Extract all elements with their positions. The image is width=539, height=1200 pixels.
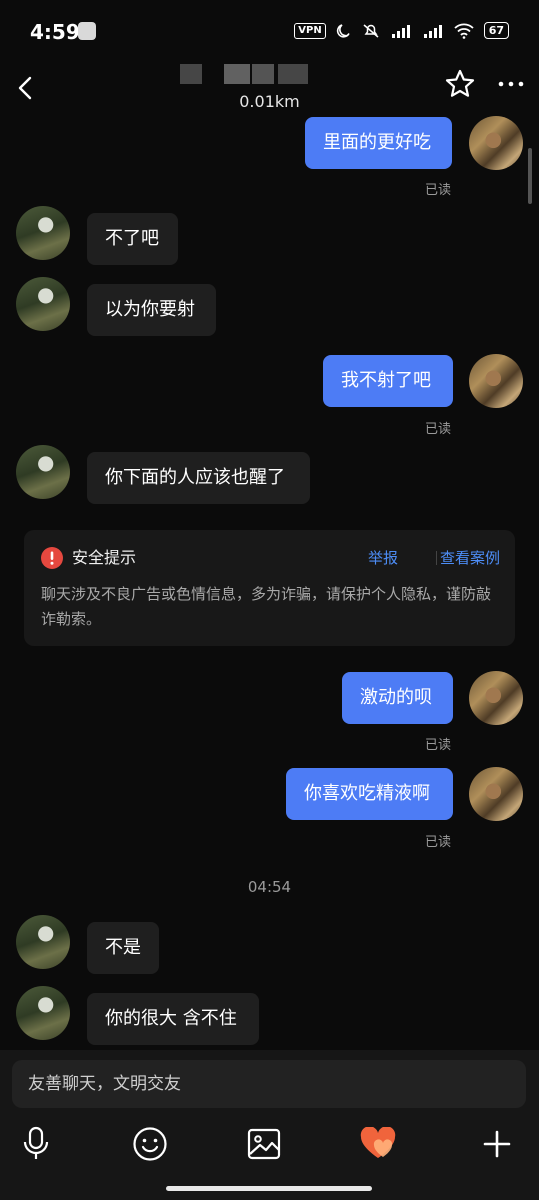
avatar-self[interactable] bbox=[469, 116, 523, 170]
home-indicator[interactable] bbox=[166, 1186, 372, 1191]
more-icon bbox=[498, 81, 524, 87]
status-bar: 4:59 VPN 67 bbox=[0, 0, 539, 64]
safety-title: 安全提示 bbox=[72, 548, 137, 567]
scrollbar[interactable] bbox=[528, 148, 532, 204]
signal-icon bbox=[390, 23, 412, 39]
chat-timestamp: 04:54 bbox=[247, 878, 292, 896]
message-bubble-incoming[interactable]: 不了吧 bbox=[87, 213, 178, 265]
message-input[interactable] bbox=[12, 1060, 526, 1108]
input-area bbox=[0, 1050, 539, 1200]
plus-icon bbox=[483, 1130, 511, 1158]
avatar-self[interactable] bbox=[469, 767, 523, 821]
read-receipt: 已读 bbox=[425, 422, 452, 437]
mute-icon bbox=[362, 23, 380, 39]
link-divider bbox=[436, 551, 437, 565]
message-input-container bbox=[12, 1060, 526, 1108]
message-bubble-incoming[interactable]: 你的很大 含不住 bbox=[87, 993, 259, 1045]
contact-name-redacted bbox=[180, 64, 310, 84]
battery-indicator: 67 bbox=[483, 22, 509, 39]
safety-notice-card: 安全提示 举报 查看案例 聊天涉及不良广告或色情信息，多为诈骗，请保护个人隐私，… bbox=[24, 530, 515, 646]
plus-button[interactable] bbox=[477, 1124, 517, 1164]
message-bubble-incoming[interactable]: 你下面的人应该也醒了 bbox=[87, 452, 310, 504]
message-bubble-outgoing[interactable]: 激动的呗 bbox=[342, 672, 453, 724]
read-receipt: 已读 bbox=[425, 835, 452, 850]
emoji-button[interactable] bbox=[130, 1124, 170, 1164]
avatar-contact[interactable] bbox=[16, 206, 70, 260]
wifi-icon bbox=[454, 23, 474, 39]
gift-heart-button[interactable] bbox=[358, 1124, 398, 1164]
message-bubble-outgoing[interactable]: 你喜欢吃精液啊 bbox=[286, 768, 453, 820]
image-button[interactable] bbox=[244, 1124, 284, 1164]
signal-icon-2 bbox=[422, 23, 444, 39]
chat-header: 0.01km bbox=[0, 64, 539, 120]
message-bubble-incoming[interactable]: 不是 bbox=[87, 922, 159, 974]
message-bubble-outgoing[interactable]: 我不射了吧 bbox=[323, 355, 453, 407]
more-button[interactable] bbox=[496, 72, 526, 96]
avatar-self[interactable] bbox=[469, 354, 523, 408]
avatar-contact[interactable] bbox=[16, 445, 70, 499]
microphone-icon bbox=[23, 1126, 49, 1159]
report-link[interactable]: 举报 bbox=[368, 547, 398, 569]
warning-icon bbox=[41, 547, 63, 569]
read-receipt: 已读 bbox=[425, 738, 452, 753]
favorite-button[interactable] bbox=[444, 68, 476, 100]
voice-button[interactable] bbox=[16, 1124, 56, 1164]
wrench-icon bbox=[78, 22, 96, 40]
heart-icon bbox=[360, 1127, 396, 1158]
avatar-contact[interactable] bbox=[16, 986, 70, 1040]
avatar-contact[interactable] bbox=[16, 277, 70, 331]
input-toolbar bbox=[0, 1124, 539, 1168]
vpn-badge: VPN bbox=[294, 22, 326, 39]
star-icon bbox=[445, 69, 475, 97]
view-cases-link[interactable]: 查看案例 bbox=[440, 547, 500, 569]
read-receipt: 已读 bbox=[425, 183, 452, 198]
status-time: 4:59 bbox=[30, 20, 80, 44]
status-icons: VPN 67 bbox=[294, 22, 509, 39]
message-bubble-incoming[interactable]: 以为你要射 bbox=[87, 284, 216, 336]
safety-body-text: 聊天涉及不良广告或色情信息，多为诈骗，请保护个人隐私，谨防敲诈勒索。 bbox=[41, 585, 492, 628]
image-icon bbox=[247, 1128, 281, 1160]
emoji-icon bbox=[133, 1127, 167, 1161]
avatar-contact[interactable] bbox=[16, 915, 70, 969]
avatar-self[interactable] bbox=[469, 671, 523, 725]
message-bubble-outgoing[interactable]: 里面的更好吃 bbox=[305, 117, 452, 169]
moon-icon bbox=[336, 23, 352, 39]
